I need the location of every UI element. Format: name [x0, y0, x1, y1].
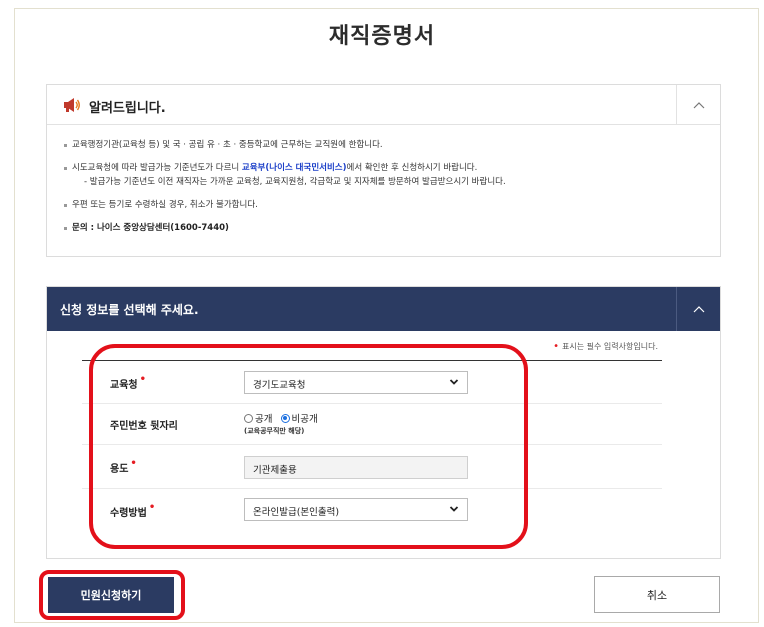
chevron-up-icon: [693, 102, 704, 109]
notice-title: 알려드립니다.: [89, 101, 166, 116]
notice-subitem: - 발급가능 기준년도 이전 재직자는 가까운 교육청, 교육지원청, 각급학교…: [84, 177, 506, 187]
notice-item: 교육행정기관(교육청 등) 및 국 · 공립 유 · 초 · 중등학교에 근무하…: [63, 138, 704, 152]
application-header: 신청 정보를 선택해 주세요.: [47, 287, 720, 331]
page-title: 재직증명서: [328, 24, 436, 49]
notice-item: 우편 또는 등기로 수령하실 경우, 취소가 불가합니다.: [63, 198, 704, 212]
megaphone-icon: [63, 97, 81, 113]
nice-service-link[interactable]: 교육부(나이스 대국민서비스): [242, 163, 347, 173]
application-collapse-button[interactable]: [676, 287, 720, 331]
application-title: 신청 정보를 선택해 주세요.: [60, 303, 199, 317]
cancel-button[interactable]: 취소: [594, 576, 720, 613]
required-note-text: 표시는 필수 입력사항입니다.: [562, 342, 658, 351]
notice-text: 시도교육청에 따라 발급가능 기준년도가 다르니: [72, 163, 242, 173]
form-highlight-annotation: [89, 344, 528, 549]
notice-contact: 문의 : 나이스 중앙상담센터(1600-7440): [63, 221, 704, 235]
notice-header: 알려드립니다.: [47, 85, 720, 125]
notice-item: 시도교육청에 따라 발급가능 기준년도가 다르니 교육부(나이스 대국민서비스)…: [63, 161, 704, 175]
notice-text: 에서 확인한 후 신청하시기 바랍니다.: [346, 163, 478, 173]
notice-body: 교육행정기관(교육청 등) 및 국 · 공립 유 · 초 · 중등학교에 근무하…: [47, 125, 720, 235]
notice-collapse-button[interactable]: [676, 85, 720, 125]
required-note: • 표시는 필수 입력사항입니다.: [553, 341, 658, 352]
required-mark: •: [553, 341, 560, 352]
submit-highlight-annotation: [39, 570, 185, 620]
chevron-up-icon: [693, 306, 704, 313]
notice-panel: 알려드립니다. 교육행정기관(교육청 등) 및 국 · 공립 유 · 초 · 중…: [46, 84, 721, 257]
